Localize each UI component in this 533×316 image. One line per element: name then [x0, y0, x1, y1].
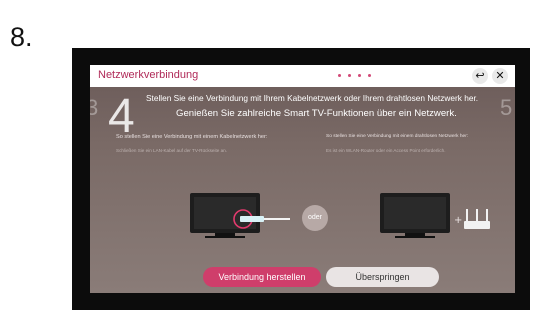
step-number: 8.	[10, 22, 33, 52]
progress-dots	[338, 74, 398, 78]
wired-option-title: So stellen Sie eine Verbindung mit einem…	[116, 134, 268, 140]
tv-wired-icon	[190, 193, 260, 238]
heading-line-2: Genießen Sie zahlreiche Smart TV-Funktio…	[176, 108, 457, 119]
heading-line-1: Stellen Sie eine Verbindung mit Ihrem Ka…	[146, 93, 479, 103]
connect-button[interactable]: Verbindung herstellen	[203, 267, 321, 287]
wired-option-subtitle: Schließen Sie ein LAN-Kabel auf der TV-R…	[116, 148, 227, 153]
close-icon: ✕	[495, 69, 505, 82]
back-button[interactable]: ↩	[472, 68, 488, 84]
close-button[interactable]: ✕	[492, 68, 508, 84]
svg-text:+: +	[454, 215, 462, 226]
dialog-header: Netzwerkverbindung ↩ ✕	[90, 65, 515, 87]
tv-photo: Netzwerkverbindung ↩ ✕ 3 4 5 Stellen Sie…	[72, 48, 530, 310]
previous-step-number[interactable]: 3	[90, 95, 98, 121]
wireless-option-subtitle: Es ist ein WLAN-Router oder ein Access P…	[326, 148, 446, 153]
dialog-title: Netzwerkverbindung	[98, 69, 199, 81]
wireless-option-title: So stellen Sie eine Verbindung mit einem…	[326, 134, 469, 139]
skip-button[interactable]: Überspringen	[326, 267, 439, 287]
router-icon	[464, 209, 490, 229]
tv-wireless-icon	[380, 193, 450, 238]
next-step-number[interactable]: 5	[500, 95, 512, 121]
tv-screen: Netzwerkverbindung ↩ ✕ 3 4 5 Stellen Sie…	[90, 65, 515, 293]
or-separator: oder	[302, 205, 328, 231]
back-icon: ↩	[475, 69, 485, 82]
